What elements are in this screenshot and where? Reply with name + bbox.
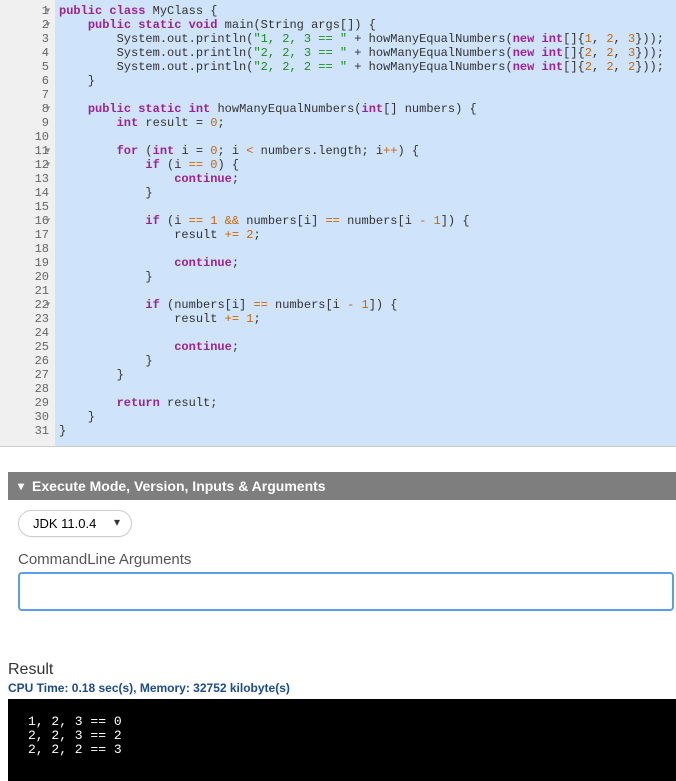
gutter-line: 26 [0,354,49,368]
code-line: public static int howManyEqualNumbers(in… [59,102,672,116]
jdk-select-wrap: JDK 11.0.4 [18,510,132,537]
fold-icon[interactable]: ▾ [45,144,50,158]
gutter-line: 8▾ [0,102,49,116]
fold-icon[interactable]: ▾ [45,298,50,312]
gutter-line: 2▾ [0,18,49,32]
code-line: return result; [59,396,672,410]
gutter-line: 3 [0,32,49,46]
gutter-line: 18 [0,242,49,256]
code-line: int result = 0; [59,116,672,130]
code-line: } [59,368,672,382]
fold-icon[interactable]: ▾ [45,4,50,18]
cmd-args-label: CommandLine Arguments [18,551,676,568]
gutter-line: 16▾ [0,214,49,228]
code-line: public static void main(String args[]) { [59,18,672,32]
gutter-line: 6 [0,74,49,88]
gutter-line: 13 [0,172,49,186]
gutter-line: 15 [0,200,49,214]
fold-icon[interactable]: ▾ [45,158,50,172]
code-line: } [59,186,672,200]
result-section: Result CPU Time: 0.18 sec(s), Memory: 32… [8,661,676,781]
gutter-line: 7 [0,88,49,102]
gutter-line: 30 [0,410,49,424]
code-line [59,382,672,396]
gutter-line: 25 [0,340,49,354]
exec-panel-title: Execute Mode, Version, Inputs & Argument… [32,478,326,494]
code-line: result += 1; [59,312,672,326]
gutter-line: 23 [0,312,49,326]
result-title: Result [8,661,676,679]
gutter-line: 20 [0,270,49,284]
code-line: System.out.println("2, 2, 2 == " + howMa… [59,60,672,74]
code-editor: 1▾2▾345678▾91011▾12▾13141516▾17181920212… [0,0,676,447]
code-line: } [59,424,672,438]
code-line [59,88,672,102]
gutter-line: 11▾ [0,144,49,158]
code-line: } [59,270,672,284]
code-line: } [59,74,672,88]
result-meta: CPU Time: 0.18 sec(s), Memory: 32752 kil… [8,681,676,695]
code-line: public class MyClass { [59,4,672,18]
exec-panel-header[interactable]: ▾ Execute Mode, Version, Inputs & Argume… [8,472,676,500]
code-line [59,130,672,144]
gutter-line: 14 [0,186,49,200]
gutter-line: 21 [0,284,49,298]
gutter-line: 28 [0,382,49,396]
cmd-args-input[interactable] [18,572,674,611]
gutter-line: 17 [0,228,49,242]
code-line: } [59,354,672,368]
exec-panel-body: JDK 11.0.4 [8,500,676,537]
gutter-line: 5 [0,60,49,74]
gutter-line: 4 [0,46,49,60]
gutter-line: 31 [0,424,49,438]
jdk-select[interactable]: JDK 11.0.4 [18,510,132,537]
code-line: System.out.println("1, 2, 3 == " + howMa… [59,32,672,46]
code-line: continue; [59,340,672,354]
gutter-line: 19 [0,256,49,270]
gutter-line: 10 [0,130,49,144]
gutter-line: 22▾ [0,298,49,312]
code-line [59,284,672,298]
code-line [59,242,672,256]
code-line [59,200,672,214]
fold-icon[interactable]: ▾ [45,102,50,116]
gutter-line: 1▾ [0,4,49,18]
code-line: if (i == 0) { [59,158,672,172]
fold-icon[interactable]: ▾ [45,18,50,32]
code-line: for (int i = 0; i < numbers.length; i++)… [59,144,672,158]
fold-icon[interactable]: ▾ [45,214,50,228]
gutter-line: 9 [0,116,49,130]
gutter-line: 12▾ [0,158,49,172]
exec-panel: ▾ Execute Mode, Version, Inputs & Argume… [8,472,676,611]
code-line [59,326,672,340]
code-line: result += 2; [59,228,672,242]
code-line: } [59,410,672,424]
gutter-line: 24 [0,326,49,340]
gutter: 1▾2▾345678▾91011▾12▾13141516▾17181920212… [0,0,55,446]
code-line: continue; [59,172,672,186]
code-line: System.out.println("2, 2, 3 == " + howMa… [59,46,672,60]
code-line: if (i == 1 && numbers[i] == numbers[i - … [59,214,672,228]
gutter-line: 29 [0,396,49,410]
code-line: if (numbers[i] == numbers[i - 1]) { [59,298,672,312]
code-area[interactable]: public class MyClass { public static voi… [55,0,676,446]
chevron-down-icon: ▾ [18,479,24,493]
code-line: continue; [59,256,672,270]
result-output: 1, 2, 3 == 0 2, 2, 3 == 2 2, 2, 2 == 3 [8,699,676,781]
gutter-line: 27 [0,368,49,382]
